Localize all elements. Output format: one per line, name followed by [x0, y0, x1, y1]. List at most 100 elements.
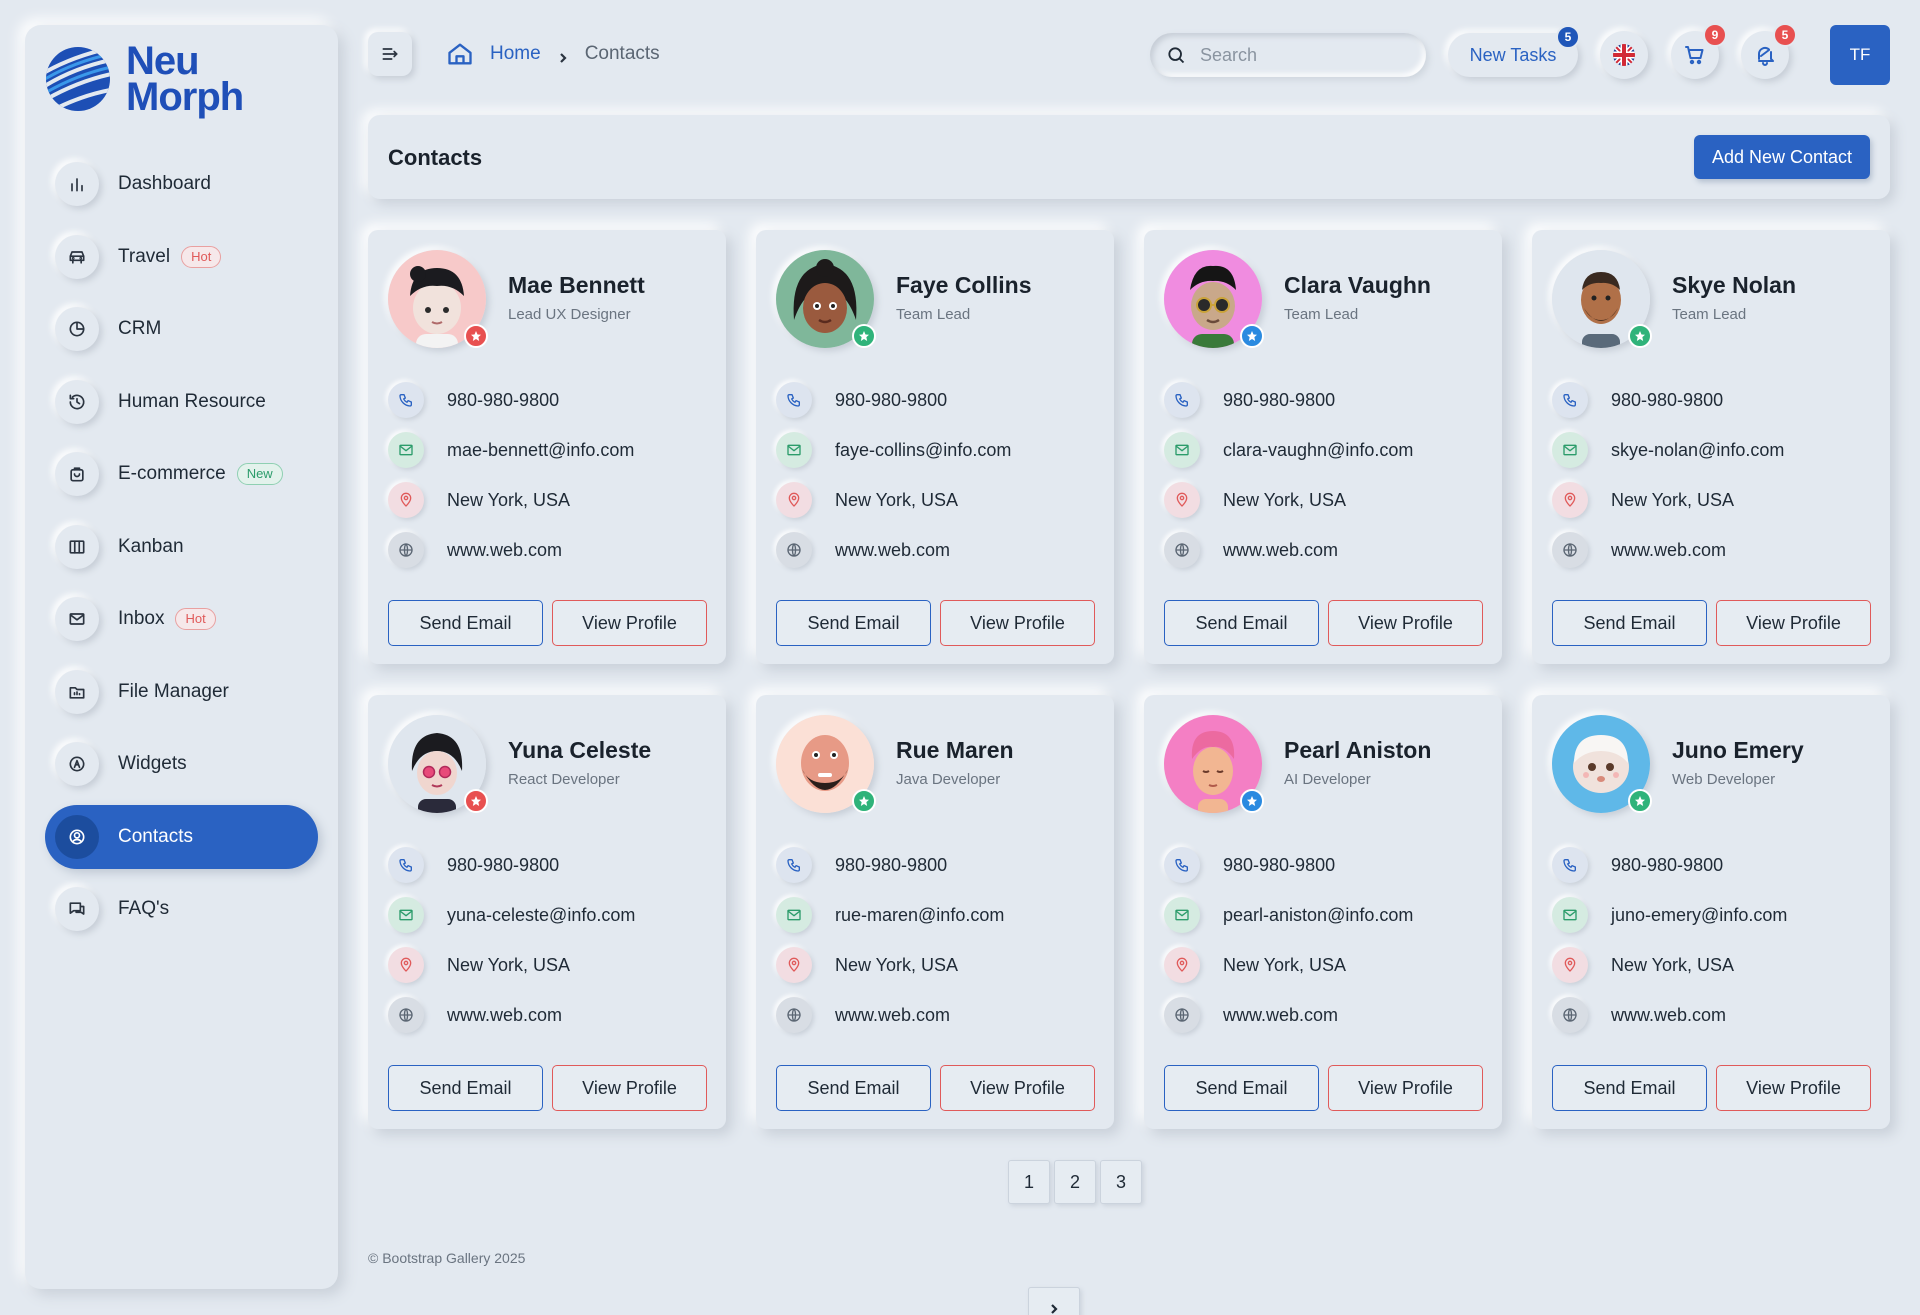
phone-row: 980-980-9800: [388, 847, 559, 883]
send-email-button[interactable]: Send Email: [388, 1065, 543, 1111]
contact-website[interactable]: www.web.com: [1223, 540, 1338, 561]
phone-icon: [1552, 382, 1588, 418]
website-row: www.web.com: [776, 532, 950, 568]
page-title: Contacts: [388, 145, 483, 170]
location-row: New York, USA: [776, 947, 958, 983]
website-row: www.web.com: [388, 997, 562, 1033]
mail-icon: [776, 897, 812, 933]
email-row: yuna-celeste@info.com: [388, 897, 635, 933]
add-new-contact-button[interactable]: Add New Contact: [1694, 135, 1870, 179]
brand-logo[interactable]: Neu Morph: [44, 41, 244, 119]
location-pin-icon: [1164, 482, 1200, 518]
contact-email[interactable]: faye-collins@info.com: [835, 440, 1011, 461]
sidebar-item-label: CRM: [118, 318, 162, 339]
search-input[interactable]: [1200, 44, 1400, 66]
phone-row: 980-980-9800: [388, 382, 559, 418]
send-email-button[interactable]: Send Email: [1552, 600, 1707, 646]
sidebar-item-inbox[interactable]: Inbox Hot: [45, 587, 318, 651]
contact-role: Team Lead: [1672, 306, 1747, 323]
phone-icon: [776, 847, 812, 883]
sidebar-item-label: Human Resource: [118, 390, 266, 412]
sidebar-item-crm[interactable]: CRM: [45, 297, 318, 361]
avatar-wrapper: [1552, 715, 1652, 813]
contact-email[interactable]: mae-bennett@info.com: [447, 440, 634, 461]
phone-row: 980-980-9800: [1164, 382, 1335, 418]
email-row: rue-maren@info.com: [776, 897, 1004, 933]
sidebar-item-label: E-commerce: [118, 463, 226, 484]
home-icon[interactable]: [446, 40, 474, 68]
sidebar-toggle-button[interactable]: [368, 32, 412, 76]
notifications-button[interactable]: 5: [1741, 23, 1797, 79]
sidebar-item-file-manager[interactable]: File Manager: [45, 660, 318, 724]
page-button-2[interactable]: 2: [1054, 1160, 1096, 1204]
website-row: www.web.com: [1164, 532, 1338, 568]
contact-phone: 980-980-9800: [1611, 389, 1724, 410]
view-profile-button[interactable]: View Profile: [1716, 1065, 1871, 1111]
next-page-button[interactable]: [1028, 1287, 1080, 1315]
contact-email[interactable]: rue-maren@info.com: [835, 905, 1004, 926]
view-profile-button[interactable]: View Profile: [1328, 1065, 1483, 1111]
view-profile-button[interactable]: View Profile: [940, 1065, 1095, 1111]
sidebar-item-label: Travel: [118, 245, 171, 267]
sidebar-item-label: Widgets: [118, 753, 187, 774]
location-pin-icon: [388, 482, 424, 518]
favorite-star-badge: [852, 324, 876, 348]
contact-name: Mae Bennett: [508, 272, 645, 298]
send-email-button[interactable]: Send Email: [776, 1065, 931, 1111]
sidebar-item-kanban[interactable]: Kanban: [45, 515, 318, 579]
mail-icon: [1164, 432, 1200, 468]
sidebar-item-ecommerce[interactable]: E-commerce New: [45, 442, 318, 506]
send-email-button[interactable]: Send Email: [1164, 1065, 1319, 1111]
contact-website[interactable]: www.web.com: [447, 1005, 562, 1026]
contact-email[interactable]: clara-vaughn@info.com: [1223, 440, 1413, 461]
contact-website[interactable]: www.web.com: [1223, 1005, 1338, 1026]
sidebar-item-travel[interactable]: Travel Hot: [45, 225, 318, 289]
send-email-button[interactable]: Send Email: [776, 600, 931, 646]
cart-button[interactable]: 9: [1671, 23, 1727, 79]
contact-phone: 980-980-9800: [1223, 389, 1336, 410]
contact-role: Web Developer: [1672, 771, 1776, 788]
sidebar-item-widgets[interactable]: Widgets: [45, 732, 318, 796]
contact-phone: 980-980-9800: [447, 854, 560, 875]
contact-website[interactable]: www.web.com: [447, 540, 562, 561]
view-profile-button[interactable]: View Profile: [552, 1065, 707, 1111]
send-email-button[interactable]: Send Email: [1164, 600, 1319, 646]
location-row: New York, USA: [388, 947, 570, 983]
view-profile-button[interactable]: View Profile: [1716, 600, 1871, 646]
view-profile-button[interactable]: View Profile: [552, 600, 707, 646]
avatar-wrapper: [776, 250, 876, 348]
new-tasks-button[interactable]: New Tasks 5: [1448, 25, 1580, 77]
page-button-3[interactable]: 3: [1100, 1160, 1142, 1204]
contact-email[interactable]: yuna-celeste@info.com: [447, 905, 635, 926]
sidebar-item-contacts[interactable]: Contacts: [45, 804, 318, 869]
user-avatar-button[interactable]: TF: [1830, 25, 1890, 85]
contact-email[interactable]: skye-nolan@info.com: [1611, 440, 1784, 461]
brand-line-2: Morph: [126, 75, 244, 119]
sidebar-item-human-resource[interactable]: Human Resource: [45, 370, 318, 434]
car-icon: [55, 234, 99, 279]
send-email-button[interactable]: Send Email: [388, 600, 543, 646]
contact-website[interactable]: www.web.com: [1611, 1005, 1726, 1026]
view-profile-button[interactable]: View Profile: [1328, 600, 1483, 646]
view-profile-button[interactable]: View Profile: [940, 600, 1095, 646]
contact-email[interactable]: juno-emery@info.com: [1611, 905, 1787, 926]
breadcrumb: Home Contacts: [446, 40, 660, 68]
sidebar-item-faqs[interactable]: FAQ's: [45, 877, 318, 941]
contact-website[interactable]: www.web.com: [835, 540, 950, 561]
email-row: pearl-aniston@info.com: [1164, 897, 1413, 933]
sidebar: Neu Morph Dashboard Travel Hot CRM Human…: [25, 25, 338, 1289]
contact-website[interactable]: www.web.com: [835, 1005, 950, 1026]
website-row: www.web.com: [776, 997, 950, 1033]
columns-icon: [55, 524, 99, 569]
contact-email[interactable]: pearl-aniston@info.com: [1223, 905, 1413, 926]
sidebar-item-dashboard[interactable]: Dashboard: [45, 152, 318, 216]
page-button-1[interactable]: 1: [1008, 1160, 1050, 1204]
breadcrumb-home-link[interactable]: Home: [490, 43, 541, 65]
widget-icon: [55, 742, 99, 786]
contact-website[interactable]: www.web.com: [1611, 540, 1726, 561]
pie-chart-icon: [55, 307, 99, 351]
chevron-right-icon: [557, 48, 569, 63]
send-email-button[interactable]: Send Email: [1552, 1065, 1707, 1111]
location-pin-icon: [388, 947, 424, 983]
language-button[interactable]: [1600, 31, 1648, 79]
